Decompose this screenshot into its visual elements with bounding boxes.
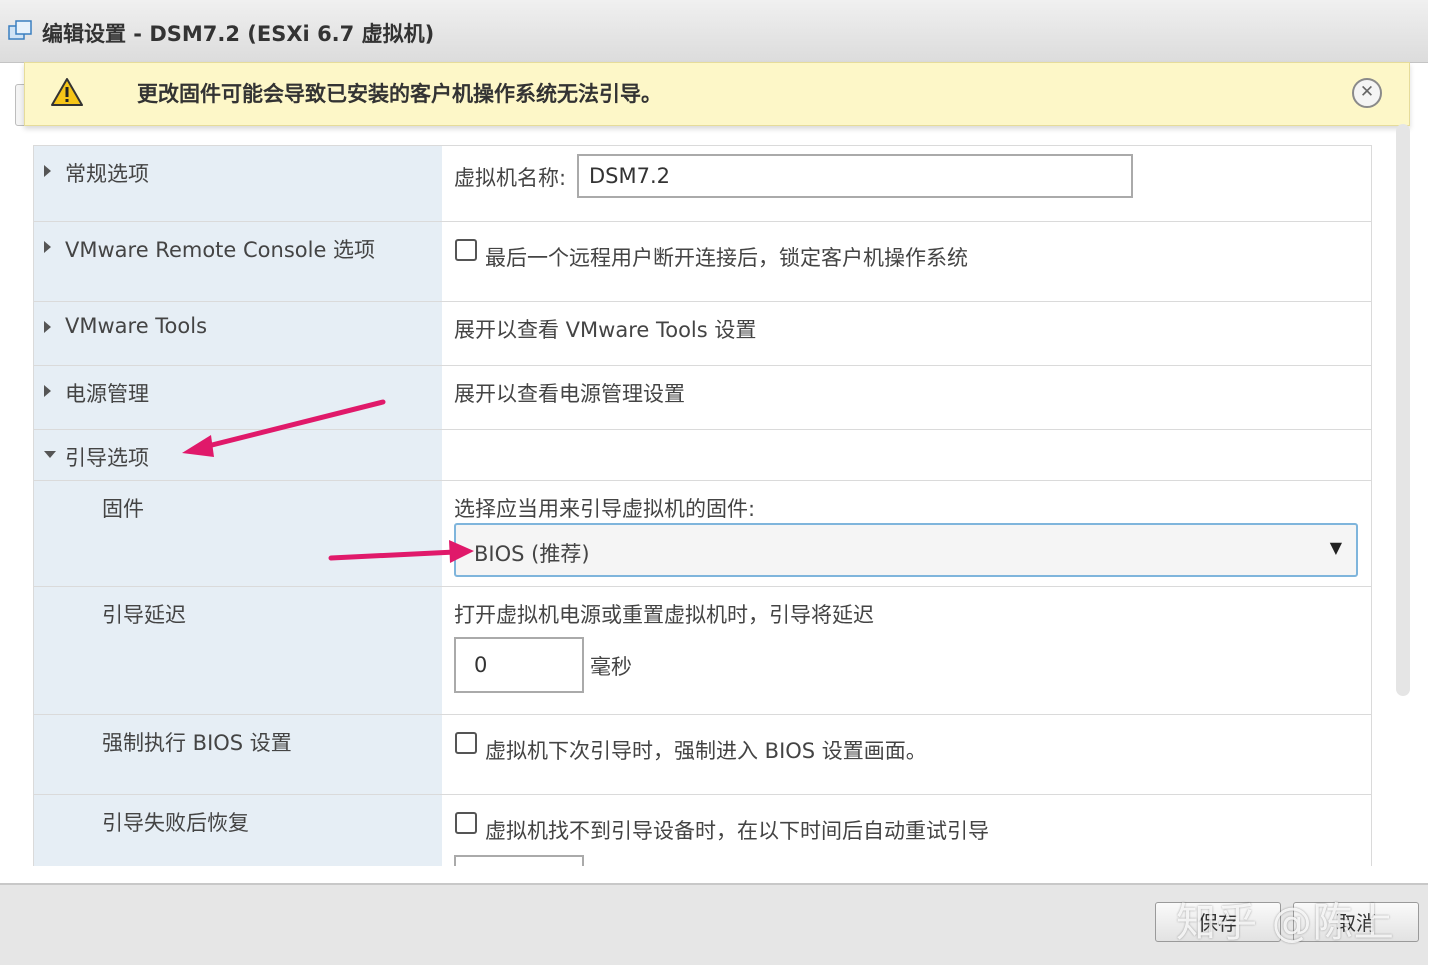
caret-right-icon: [44, 241, 51, 253]
boot-delay-row: 引导延迟 打开虚拟机电源或重置虚拟机时，引导将延迟 0 毫秒: [34, 587, 1371, 715]
caret-down-icon: [44, 451, 56, 458]
warning-message: 更改固件可能会导致已安装的客户机操作系统无法引导。: [137, 82, 662, 106]
section-label: 引导选项: [65, 446, 149, 470]
boot-delay-input[interactable]: 0: [454, 637, 584, 693]
zhihu-watermark: 知乎 @陈上: [1176, 900, 1395, 946]
firmware-label: 固件: [102, 497, 144, 521]
chevron-down-icon: ▼: [1329, 538, 1342, 557]
firmware-description: 选择应当用来引导虚拟机的固件:: [454, 497, 756, 521]
vm-icon: [8, 20, 32, 40]
lock-guest-checkbox[interactable]: [455, 239, 477, 261]
retry-delay-input[interactable]: [454, 855, 584, 866]
firmware-row: 固件 选择应当用来引导虚拟机的固件: BIOS (推荐) ▼: [34, 481, 1371, 587]
settings-table: 常规选项 虚拟机名称: DSM7.2 VMware Remote Console…: [33, 145, 1372, 866]
firmware-selected-value: BIOS (推荐): [474, 542, 590, 566]
section-header-vmware-tools[interactable]: VMware Tools: [34, 302, 442, 365]
force-bios-checkbox-label: 虚拟机下次引导时，强制进入 BIOS 设置画面。: [485, 739, 927, 763]
force-bios-row: 强制执行 BIOS 设置 虚拟机下次引导时，强制进入 BIOS 设置画面。: [34, 715, 1371, 795]
section-header-remote-console[interactable]: VMware Remote Console 选项: [34, 222, 442, 301]
section-power-management: 电源管理 展开以查看电源管理设置: [34, 366, 1371, 430]
firmware-select[interactable]: BIOS (推荐) ▼: [454, 523, 1358, 577]
section-label: 常规选项: [65, 162, 149, 186]
dialog-scrollbar[interactable]: [1396, 124, 1410, 696]
section-label: VMware Tools: [65, 314, 208, 338]
caret-right-icon: [44, 165, 51, 177]
section-label: 电源管理: [65, 382, 149, 406]
caret-right-icon: [44, 321, 51, 333]
lock-guest-label: 最后一个远程用户断开连接后，锁定客户机操作系统: [485, 246, 968, 270]
section-boot-options: 引导选项: [34, 430, 1371, 481]
failed-boot-recovery-row: 引导失败后恢复 虚拟机找不到引导设备时，在以下时间后自动重试引导: [34, 795, 1371, 866]
close-icon[interactable]: ✕: [1352, 78, 1382, 108]
section-header-boot[interactable]: 引导选项: [34, 430, 442, 480]
vmware-tools-summary: 展开以查看 VMware Tools 设置: [454, 318, 757, 342]
window-title: 编辑设置 - DSM7.2 (ESXi 6.7 虚拟机): [42, 22, 435, 46]
window-titlebar: 编辑设置 - DSM7.2 (ESXi 6.7 虚拟机): [0, 0, 1428, 63]
warning-triangle-icon: [51, 78, 83, 106]
section-vmware-tools: VMware Tools 展开以查看 VMware Tools 设置: [34, 302, 1371, 366]
force-bios-checkbox[interactable]: [455, 732, 477, 754]
section-label: VMware Remote Console 选项: [65, 238, 376, 262]
boot-delay-label: 引导延迟: [102, 603, 186, 627]
section-remote-console: VMware Remote Console 选项 最后一个远程用户断开连接后，锁…: [34, 222, 1371, 302]
boot-delay-description: 打开虚拟机电源或重置虚拟机时，引导将延迟: [454, 603, 874, 627]
retry-boot-checkbox[interactable]: [455, 812, 477, 834]
section-general-options: 常规选项 虚拟机名称: DSM7.2: [34, 146, 1371, 222]
failed-boot-recovery-label: 引导失败后恢复: [102, 811, 249, 835]
section-header-power[interactable]: 电源管理: [34, 366, 442, 429]
boot-delay-unit: 毫秒: [590, 655, 632, 679]
caret-right-icon: [44, 385, 51, 397]
power-summary: 展开以查看电源管理设置: [454, 382, 685, 406]
vm-name-input[interactable]: DSM7.2: [577, 154, 1133, 198]
section-header-general[interactable]: 常规选项: [34, 146, 442, 221]
force-bios-label: 强制执行 BIOS 设置: [102, 731, 292, 755]
vm-name-label: 虚拟机名称:: [454, 166, 567, 190]
retry-boot-checkbox-label: 虚拟机找不到引导设备时，在以下时间后自动重试引导: [485, 819, 989, 843]
firmware-warning-banner: 更改固件可能会导致已安装的客户机操作系统无法引导。 ✕: [24, 62, 1410, 126]
